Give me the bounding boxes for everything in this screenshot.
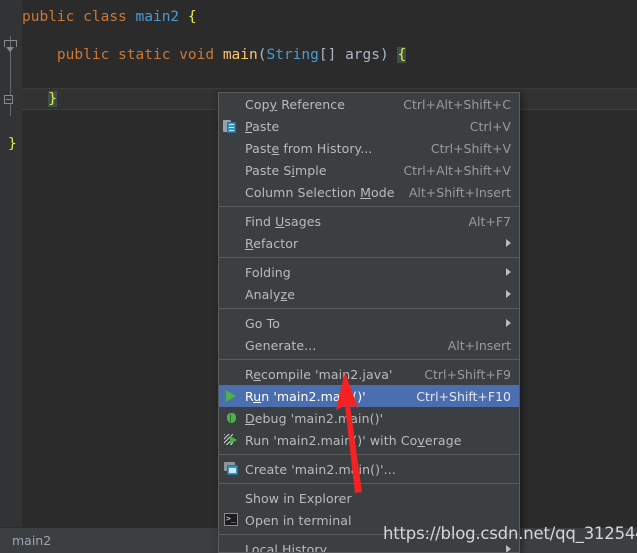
menu-item-label: Column Selection Mode	[245, 184, 395, 200]
menu-item-icon-slot	[219, 137, 245, 159]
menu-item-icon-slot	[219, 283, 245, 305]
menu-item-show-in-explorer[interactable]: Show in Explorer	[219, 487, 519, 509]
coverage-icon	[219, 429, 245, 451]
menu-item-label: Paste Simple	[245, 162, 327, 178]
fold-collapse-icon-1[interactable]	[4, 40, 17, 47]
editor-gutter[interactable]	[0, 0, 22, 527]
menu-item-paste-from-history[interactable]: Paste from History... Ctrl+Shift+V	[219, 137, 519, 159]
code-line-2: public static void main(String[] args) {	[56, 47, 407, 63]
menu-item-icon-slot	[219, 93, 245, 115]
debug-icon	[219, 407, 245, 429]
chevron-right-icon	[506, 268, 511, 276]
token-keyword: class	[83, 9, 127, 25]
chevron-right-icon	[506, 290, 511, 298]
menu-item-analyze[interactable]: Analyze	[219, 283, 519, 305]
menu-item-label: Copy Reference	[245, 96, 346, 112]
menu-item-shortcut: Alt+Insert	[447, 337, 511, 353]
menu-separator	[219, 359, 519, 360]
token-methodname: main	[222, 47, 258, 63]
menu-separator	[219, 308, 519, 309]
ide-window: public class main2 { public static void …	[0, 0, 637, 553]
menu-item-folding[interactable]: Folding	[219, 261, 519, 283]
menu-item-shortcut: Ctrl+Shift+V	[430, 140, 511, 156]
menu-item-label: Run 'main2.main()'	[245, 388, 366, 404]
menu-item-label: Analyze	[245, 286, 295, 302]
menu-item-label: Local History	[245, 541, 328, 553]
menu-item-icon-slot	[219, 334, 245, 356]
menu-item-icon-slot	[219, 159, 245, 181]
menu-item-refactor[interactable]: Refactor	[219, 232, 519, 254]
menu-item-icon-slot	[219, 210, 245, 232]
token-classname: main2	[135, 9, 180, 25]
menu-item-label: Show in Explorer	[245, 490, 352, 506]
menu-item-shortcut: Ctrl+Alt+Shift+C	[403, 96, 511, 112]
token-brace-matched: }	[48, 91, 57, 107]
menu-item-run-main2-main-with-coverage[interactable]: Run 'main2.main()' with Coverage	[219, 429, 519, 451]
code-line-1: public class main2 {	[22, 8, 197, 26]
menu-item-icon-slot	[219, 261, 245, 283]
paste-icon	[219, 115, 245, 137]
menu-item-label: Find Usages	[245, 213, 322, 229]
breadcrumb[interactable]: main2	[12, 533, 51, 548]
menu-item-shortcut: Ctrl+Shift+F10	[416, 388, 511, 404]
fold-collapse-icon-2[interactable]	[4, 95, 13, 104]
menu-item-label: Folding	[245, 264, 291, 280]
create-icon	[219, 458, 245, 480]
token-identifier: args	[345, 47, 380, 63]
menu-item-go-to[interactable]: Go To	[219, 312, 519, 334]
chevron-right-icon	[506, 239, 511, 247]
menu-item-shortcut: Ctrl+V	[469, 118, 511, 134]
menu-item-create-main2-main[interactable]: Create 'main2.main()'...	[219, 458, 519, 480]
chevron-right-icon	[506, 319, 511, 327]
menu-item-icon-slot	[219, 487, 245, 509]
menu-item-debug-main2-main[interactable]: Debug 'main2.main()'	[219, 407, 519, 429]
menu-item-column-selection-mode[interactable]: Column Selection Mode Alt+Shift+Insert	[219, 181, 519, 203]
menu-item-paste[interactable]: Paste Ctrl+V	[219, 115, 519, 137]
menu-item-recompile-main2-java[interactable]: Recompile 'main2.java' Ctrl+Shift+F9	[219, 363, 519, 385]
menu-item-shortcut: Ctrl+Shift+F9	[424, 366, 511, 382]
menu-item-paste-simple[interactable]: Paste Simple Ctrl+Alt+Shift+V	[219, 159, 519, 181]
menu-item-find-usages[interactable]: Find Usages Alt+F7	[219, 210, 519, 232]
menu-item-icon-slot	[219, 538, 245, 552]
menu-item-label: Run 'main2.main()' with Coverage	[245, 432, 462, 448]
run-icon	[219, 385, 245, 407]
token-brace: {	[187, 9, 197, 25]
menu-separator	[219, 483, 519, 484]
code-line-4: }	[8, 135, 17, 153]
token-classname: String	[266, 47, 319, 63]
token-keyword: void	[179, 47, 215, 63]
fold-arrow-icon-1[interactable]	[6, 47, 14, 52]
token-brace-matched: {	[397, 47, 407, 63]
menu-item-icon-slot	[219, 312, 245, 334]
menu-item-shortcut: Alt+Shift+Insert	[408, 184, 511, 200]
menu-item-copy-reference[interactable]: Copy Reference Ctrl+Alt+Shift+C	[219, 93, 519, 115]
code-line-3: }	[22, 90, 57, 108]
menu-item-label: Go To	[245, 315, 280, 331]
menu-item-icon-slot	[219, 232, 245, 254]
terminal-icon	[219, 509, 245, 531]
chevron-right-icon	[506, 545, 511, 552]
menu-separator	[219, 257, 519, 258]
token-keyword: static	[118, 47, 171, 63]
menu-item-icon-slot	[219, 181, 245, 203]
menu-item-label: Recompile 'main2.java'	[245, 366, 393, 382]
token-brace: }	[8, 136, 17, 152]
menu-item-label: Debug 'main2.main()'	[245, 410, 384, 426]
menu-item-label: Create 'main2.main()'...	[245, 461, 396, 477]
menu-separator	[219, 454, 519, 455]
menu-item-label: Paste	[245, 118, 280, 134]
menu-item-run-main2-main[interactable]: Run 'main2.main()' Ctrl+Shift+F10	[219, 385, 519, 407]
menu-item-label: Refactor	[245, 235, 299, 251]
token-keyword: public	[56, 47, 110, 63]
menu-item-label: Generate...	[245, 337, 317, 353]
menu-item-icon-slot	[219, 363, 245, 385]
token-keyword: public	[22, 9, 75, 25]
watermark-url: https://blog.csdn.net/qq_31254489	[383, 524, 637, 543]
menu-item-generate[interactable]: Generate... Alt+Insert	[219, 334, 519, 356]
menu-item-shortcut: Ctrl+Alt+Shift+V	[403, 162, 511, 178]
menu-item-shortcut: Alt+F7	[468, 213, 511, 229]
menu-separator	[219, 206, 519, 207]
menu-item-label: Paste from History...	[245, 140, 373, 156]
editor-context-menu[interactable]: Copy Reference Ctrl+Alt+Shift+C Paste Ctrl+…	[218, 92, 520, 553]
